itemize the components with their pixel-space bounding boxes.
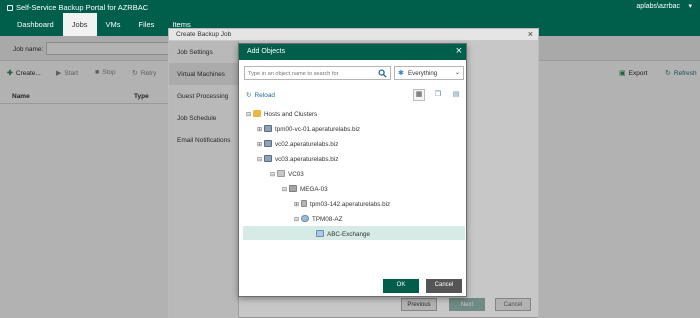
hosts-and-clusters-view-icon[interactable]: ▦	[413, 89, 425, 101]
tree-node[interactable]: ⊟ VC03	[243, 166, 465, 180]
cluster-icon	[289, 185, 297, 192]
datastores-view-icon[interactable]: ▤	[450, 89, 462, 101]
tree-node[interactable]: ⊞ tpm00-vc-01.aperaturelabs.biz	[243, 121, 465, 135]
ok-button[interactable]: OK	[383, 279, 419, 293]
close-icon[interactable]: ×	[528, 29, 533, 39]
expand-icon[interactable]: ⊞	[257, 126, 264, 133]
reload-icon: ↻	[246, 92, 252, 99]
chevron-down-icon[interactable]: ▾	[688, 2, 692, 10]
collapse-icon[interactable]: ⊟	[246, 111, 253, 118]
resource-pool-icon	[301, 215, 309, 222]
tab-jobs[interactable]: Jobs	[62, 13, 97, 36]
tree-node[interactable]: ⊟ Hosts and Clusters	[243, 106, 465, 120]
add-objects-dialog: Add Objects × ✱ Everything ⌄ ↻Reload ▦ ❐…	[238, 43, 467, 297]
user-menu[interactable]: aplabs\azrbac	[636, 3, 680, 10]
vcenter-icon	[264, 155, 272, 162]
inventory-tree: ⊟ Hosts and Clusters ⊞ tpm00-vc-01.aperatu…	[243, 106, 465, 276]
tree-node[interactable]: ⊟ MEGA-03	[243, 181, 465, 195]
app-title: Self-Service Backup Portal for AZRBAC	[7, 3, 148, 12]
everything-icon: ✱	[398, 70, 404, 77]
object-type-value: Everything	[408, 70, 438, 77]
tab-dashboard[interactable]: Dashboard	[8, 13, 63, 36]
object-search-input[interactable]	[248, 70, 373, 78]
tree-node[interactable]: ⊟ TPM08-AZ	[243, 211, 465, 225]
vms-and-templates-view-icon[interactable]: ❐	[432, 89, 444, 101]
expand-icon[interactable]: ⊞	[294, 201, 301, 208]
dialog-footer: OK Cancel	[239, 272, 466, 296]
wizard-titlebar: Create Backup Job ×	[169, 29, 538, 41]
app-logo-icon	[7, 5, 13, 11]
tree-node-selected[interactable]: ABC-Exchange	[243, 226, 465, 240]
collapse-icon[interactable]: ⊟	[294, 216, 301, 223]
collapse-icon[interactable]: ⊟	[282, 186, 289, 193]
vapp-icon	[316, 230, 324, 237]
host-icon	[301, 200, 307, 207]
object-search-box	[244, 66, 391, 80]
vcenter-icon	[264, 125, 272, 132]
wizard-title: Create Backup Job	[176, 31, 232, 38]
tree-node[interactable]: ⊟ vc03.aperaturelabs.biz	[243, 151, 465, 165]
dialog-titlebar: Add Objects ×	[239, 44, 466, 60]
close-icon[interactable]: ×	[456, 45, 462, 57]
reload-button[interactable]: ↻ Reload	[246, 91, 275, 99]
chevron-down-icon: ⌄	[454, 70, 460, 76]
cancel-button[interactable]: Cancel	[426, 279, 462, 293]
dialog-title: Add Objects	[247, 48, 286, 55]
datacenter-icon	[277, 170, 285, 177]
collapse-icon[interactable]: ⊟	[270, 171, 277, 178]
tree-node[interactable]: ⊞ tpm03-142.aperaturelabs.biz	[243, 196, 465, 210]
vcenter-icon	[264, 140, 272, 147]
search-icon[interactable]	[378, 69, 387, 78]
object-type-select[interactable]: ✱ Everything ⌄	[394, 66, 464, 80]
collapse-icon[interactable]: ⊟	[257, 156, 264, 163]
folder-icon	[253, 110, 261, 117]
app-title-text: Self-Service Backup Portal for AZRBAC	[16, 3, 149, 12]
tree-node[interactable]: ⊞ vc02.aperaturelabs.biz	[243, 136, 465, 150]
tab-vms[interactable]: VMs	[97, 13, 130, 36]
tab-files[interactable]: Files	[130, 13, 164, 36]
expand-icon[interactable]: ⊞	[257, 141, 264, 148]
